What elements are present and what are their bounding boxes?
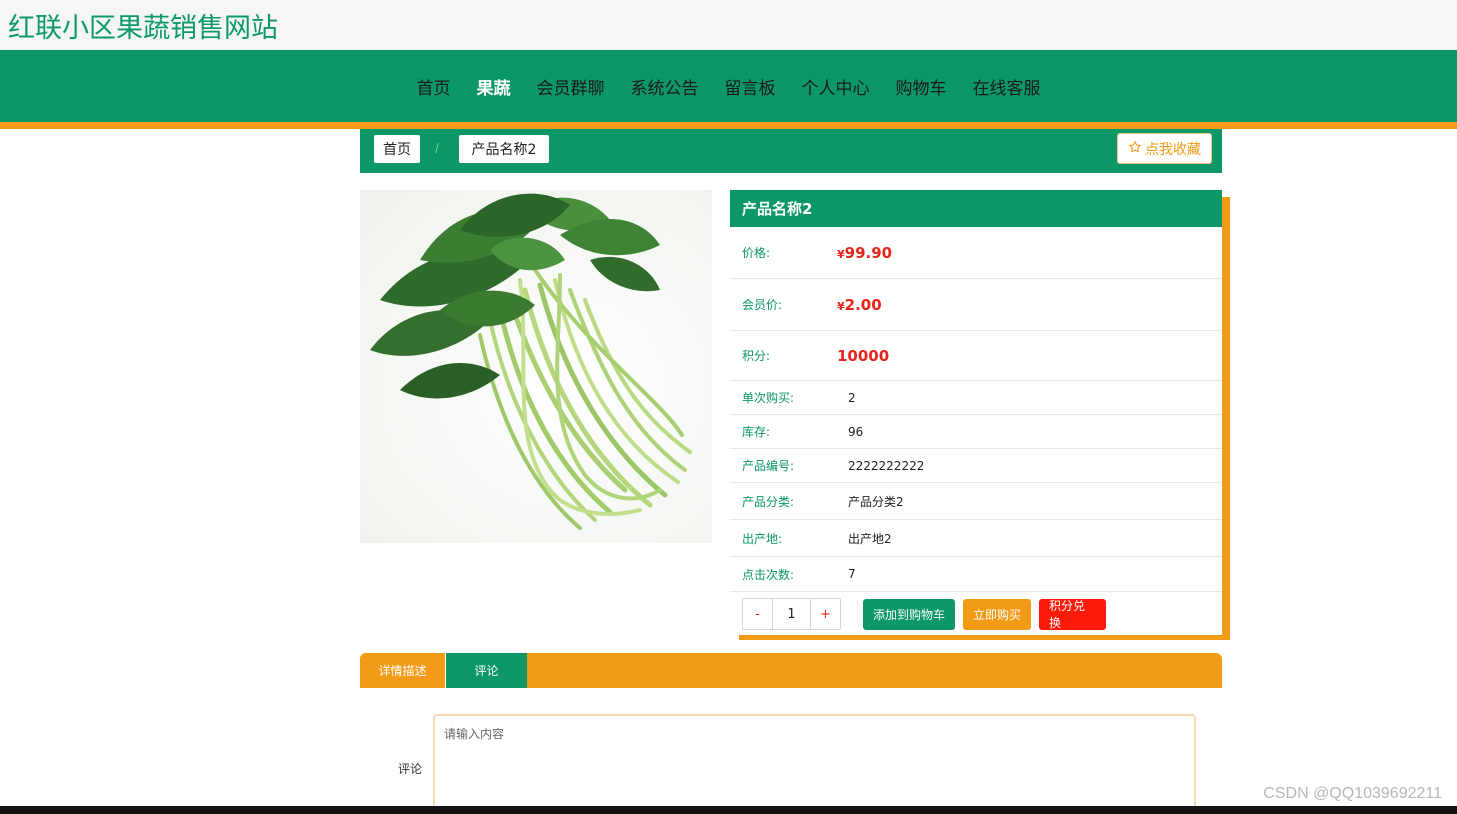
member-price-row: 会员价: ¥2.00 — [730, 279, 1222, 331]
site-title: 红联小区果蔬销售网站 — [8, 13, 278, 44]
quantity-stepper: - 1 + — [742, 598, 841, 630]
code-value: 2222222222 — [848, 458, 925, 473]
breadcrumb: 首页 / 产品名称2 点我收藏 — [360, 129, 1222, 173]
points-value: 10000 — [837, 346, 890, 365]
category-row: 产品分类: 产品分类2 — [730, 483, 1222, 520]
breadcrumb-current[interactable]: 产品名称2 — [459, 135, 549, 163]
nav-item-message-board[interactable]: 留言板 — [725, 74, 776, 99]
nav-item-customer-service[interactable]: 在线客服 — [973, 74, 1041, 99]
clicks-value: 7 — [848, 567, 856, 581]
detail-tabs: 详情描述 评论 — [360, 653, 1222, 688]
stock-value: 96 — [848, 424, 864, 439]
breadcrumb-separator: / — [434, 141, 440, 155]
stock-label: 库存: — [742, 425, 771, 439]
comment-input[interactable] — [433, 714, 1196, 814]
origin-label: 出产地: — [742, 531, 783, 546]
points-exchange-button[interactable]: 积分兑换 — [1039, 598, 1106, 630]
code-label: 产品编号: — [742, 459, 795, 473]
points-label: 积分: — [742, 349, 771, 363]
main-nav: 首页 果蔬 会员群聊 系统公告 留言板 个人中心 购物车 在线客服 — [0, 50, 1457, 122]
star-icon — [1128, 140, 1142, 158]
code-row: 产品编号: 2222222222 — [730, 449, 1222, 483]
buy-now-button[interactable]: 立即购买 — [963, 598, 1031, 630]
purchase-actions: - 1 + 添加到购物车 立即购买 积分兑换 — [730, 592, 1222, 636]
single-purchase-row: 单次购买: 2 — [730, 381, 1222, 415]
nav-item-announcements[interactable]: 系统公告 — [631, 74, 699, 99]
product-image — [360, 190, 712, 543]
nav-item-produce[interactable]: 果蔬 — [477, 74, 511, 99]
quantity-decrement-button[interactable]: - — [743, 599, 772, 629]
price-row: 价格: ¥99.90 — [730, 227, 1222, 279]
nav-item-home[interactable]: 首页 — [417, 74, 451, 99]
clicks-row: 点击次数: 7 — [730, 557, 1222, 592]
origin-value: 出产地2 — [848, 531, 892, 546]
points-row: 积分: 10000 — [730, 331, 1222, 381]
site-header: 红联小区果蔬销售网站 — [0, 0, 1457, 50]
price-value: ¥99.90 — [837, 243, 893, 262]
quantity-increment-button[interactable]: + — [811, 599, 840, 629]
category-label: 产品分类: — [742, 494, 795, 509]
breadcrumb-home[interactable]: 首页 — [374, 135, 420, 163]
nav-item-personal-center[interactable]: 个人中心 — [802, 74, 870, 99]
single-purchase-label: 单次购买: — [742, 391, 795, 405]
nav-item-member-chat[interactable]: 会员群聊 — [537, 74, 605, 99]
product-name: 产品名称2 — [730, 190, 1222, 227]
tab-comment[interactable]: 评论 — [445, 653, 527, 688]
favorite-label: 点我收藏 — [1145, 141, 1201, 158]
product-info-panel: 产品名称2 价格: ¥99.90 会员价: ¥2.00 积分: 10000 单次… — [730, 190, 1222, 635]
member-price-value: ¥2.00 — [837, 295, 882, 314]
nav-item-cart[interactable]: 购物车 — [896, 74, 947, 99]
add-to-cart-button[interactable]: 添加到购物车 — [863, 598, 955, 630]
quantity-input[interactable]: 1 — [772, 599, 811, 629]
clicks-label: 点击次数: — [742, 567, 795, 582]
member-price-label: 会员价: — [742, 298, 783, 312]
single-purchase-value: 2 — [848, 390, 856, 405]
favorite-button[interactable]: 点我收藏 — [1117, 133, 1212, 164]
watermark: CSDN @QQ1039692211 — [1263, 785, 1442, 802]
category-value: 产品分类2 — [848, 494, 904, 509]
stock-row: 库存: 96 — [730, 415, 1222, 449]
bottom-edge — [0, 806, 1457, 814]
origin-row: 出产地: 出产地2 — [730, 520, 1222, 557]
price-label: 价格: — [742, 246, 771, 260]
comment-label: 评论 — [398, 762, 423, 776]
nav-divider — [0, 122, 1457, 129]
tab-description[interactable]: 详情描述 — [360, 653, 445, 688]
